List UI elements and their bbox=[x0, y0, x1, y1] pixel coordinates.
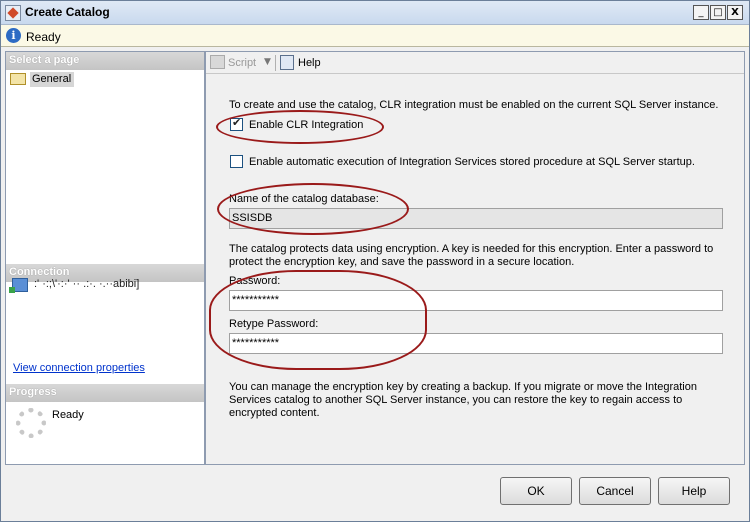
password-annotation-ring bbox=[209, 270, 427, 370]
page-item-label: General bbox=[30, 72, 74, 87]
app-icon bbox=[5, 5, 21, 21]
auto-execution-checkbox[interactable] bbox=[230, 155, 243, 168]
select-page-header: Select a page bbox=[6, 52, 204, 70]
backup-note-line-2: Services catalog to another SQL Server i… bbox=[229, 394, 683, 406]
close-button[interactable]: X bbox=[727, 5, 743, 20]
progress-spinner-icon bbox=[16, 408, 46, 438]
toolbar-separator bbox=[275, 55, 276, 71]
clr-annotation-ring bbox=[216, 110, 384, 144]
window-title: Create Catalog bbox=[25, 5, 110, 19]
script-icon bbox=[210, 55, 225, 69]
info-icon: i bbox=[6, 28, 21, 43]
toolbar: Script ▼ Help bbox=[206, 52, 744, 74]
encryption-note-line-2: protect the encryption key, and save the… bbox=[229, 256, 575, 268]
status-strip: i Ready bbox=[1, 25, 749, 47]
backup-note-line-3: encrypted content. bbox=[229, 407, 320, 419]
encryption-note-line-1: The catalog protects data using encrypti… bbox=[229, 243, 714, 255]
help-button[interactable]: Help bbox=[658, 477, 730, 505]
left-pane: Select a page General Connection :' ·:;\… bbox=[5, 51, 205, 465]
server-connection-icon bbox=[9, 278, 28, 293]
connection-name: :' ·:;\'·:·' ·· .:·. ·.··abibi] bbox=[34, 278, 140, 290]
backup-note-line-1: You can manage the encryption key by cre… bbox=[229, 381, 697, 393]
view-connection-properties-link[interactable]: View connection properties bbox=[13, 362, 145, 374]
properties-page-icon bbox=[10, 73, 26, 85]
db-annotation-ring bbox=[217, 183, 409, 235]
script-dropdown-icon[interactable]: ▼ bbox=[264, 57, 271, 67]
help-icon bbox=[280, 55, 294, 70]
status-text: Ready bbox=[26, 30, 61, 44]
progress-header: Progress bbox=[6, 384, 204, 402]
maximize-button[interactable]: □ bbox=[710, 5, 726, 20]
ok-button[interactable]: OK bbox=[500, 477, 572, 505]
auto-execution-label[interactable]: Enable automatic execution of Integratio… bbox=[249, 156, 695, 169]
minimize-button[interactable]: _ bbox=[693, 5, 709, 20]
help-toolbar-button[interactable]: Help bbox=[298, 57, 321, 69]
cancel-button[interactable]: Cancel bbox=[579, 477, 651, 505]
title-bar[interactable]: Create Catalog _ □ X bbox=[1, 1, 749, 25]
right-pane: Script ▼ Help To create and use the cata… bbox=[205, 51, 745, 465]
create-catalog-window: Create Catalog _ □ X i Ready Select a pa… bbox=[0, 0, 750, 522]
progress-status: Ready bbox=[52, 409, 84, 421]
script-button[interactable]: Script bbox=[228, 57, 256, 69]
